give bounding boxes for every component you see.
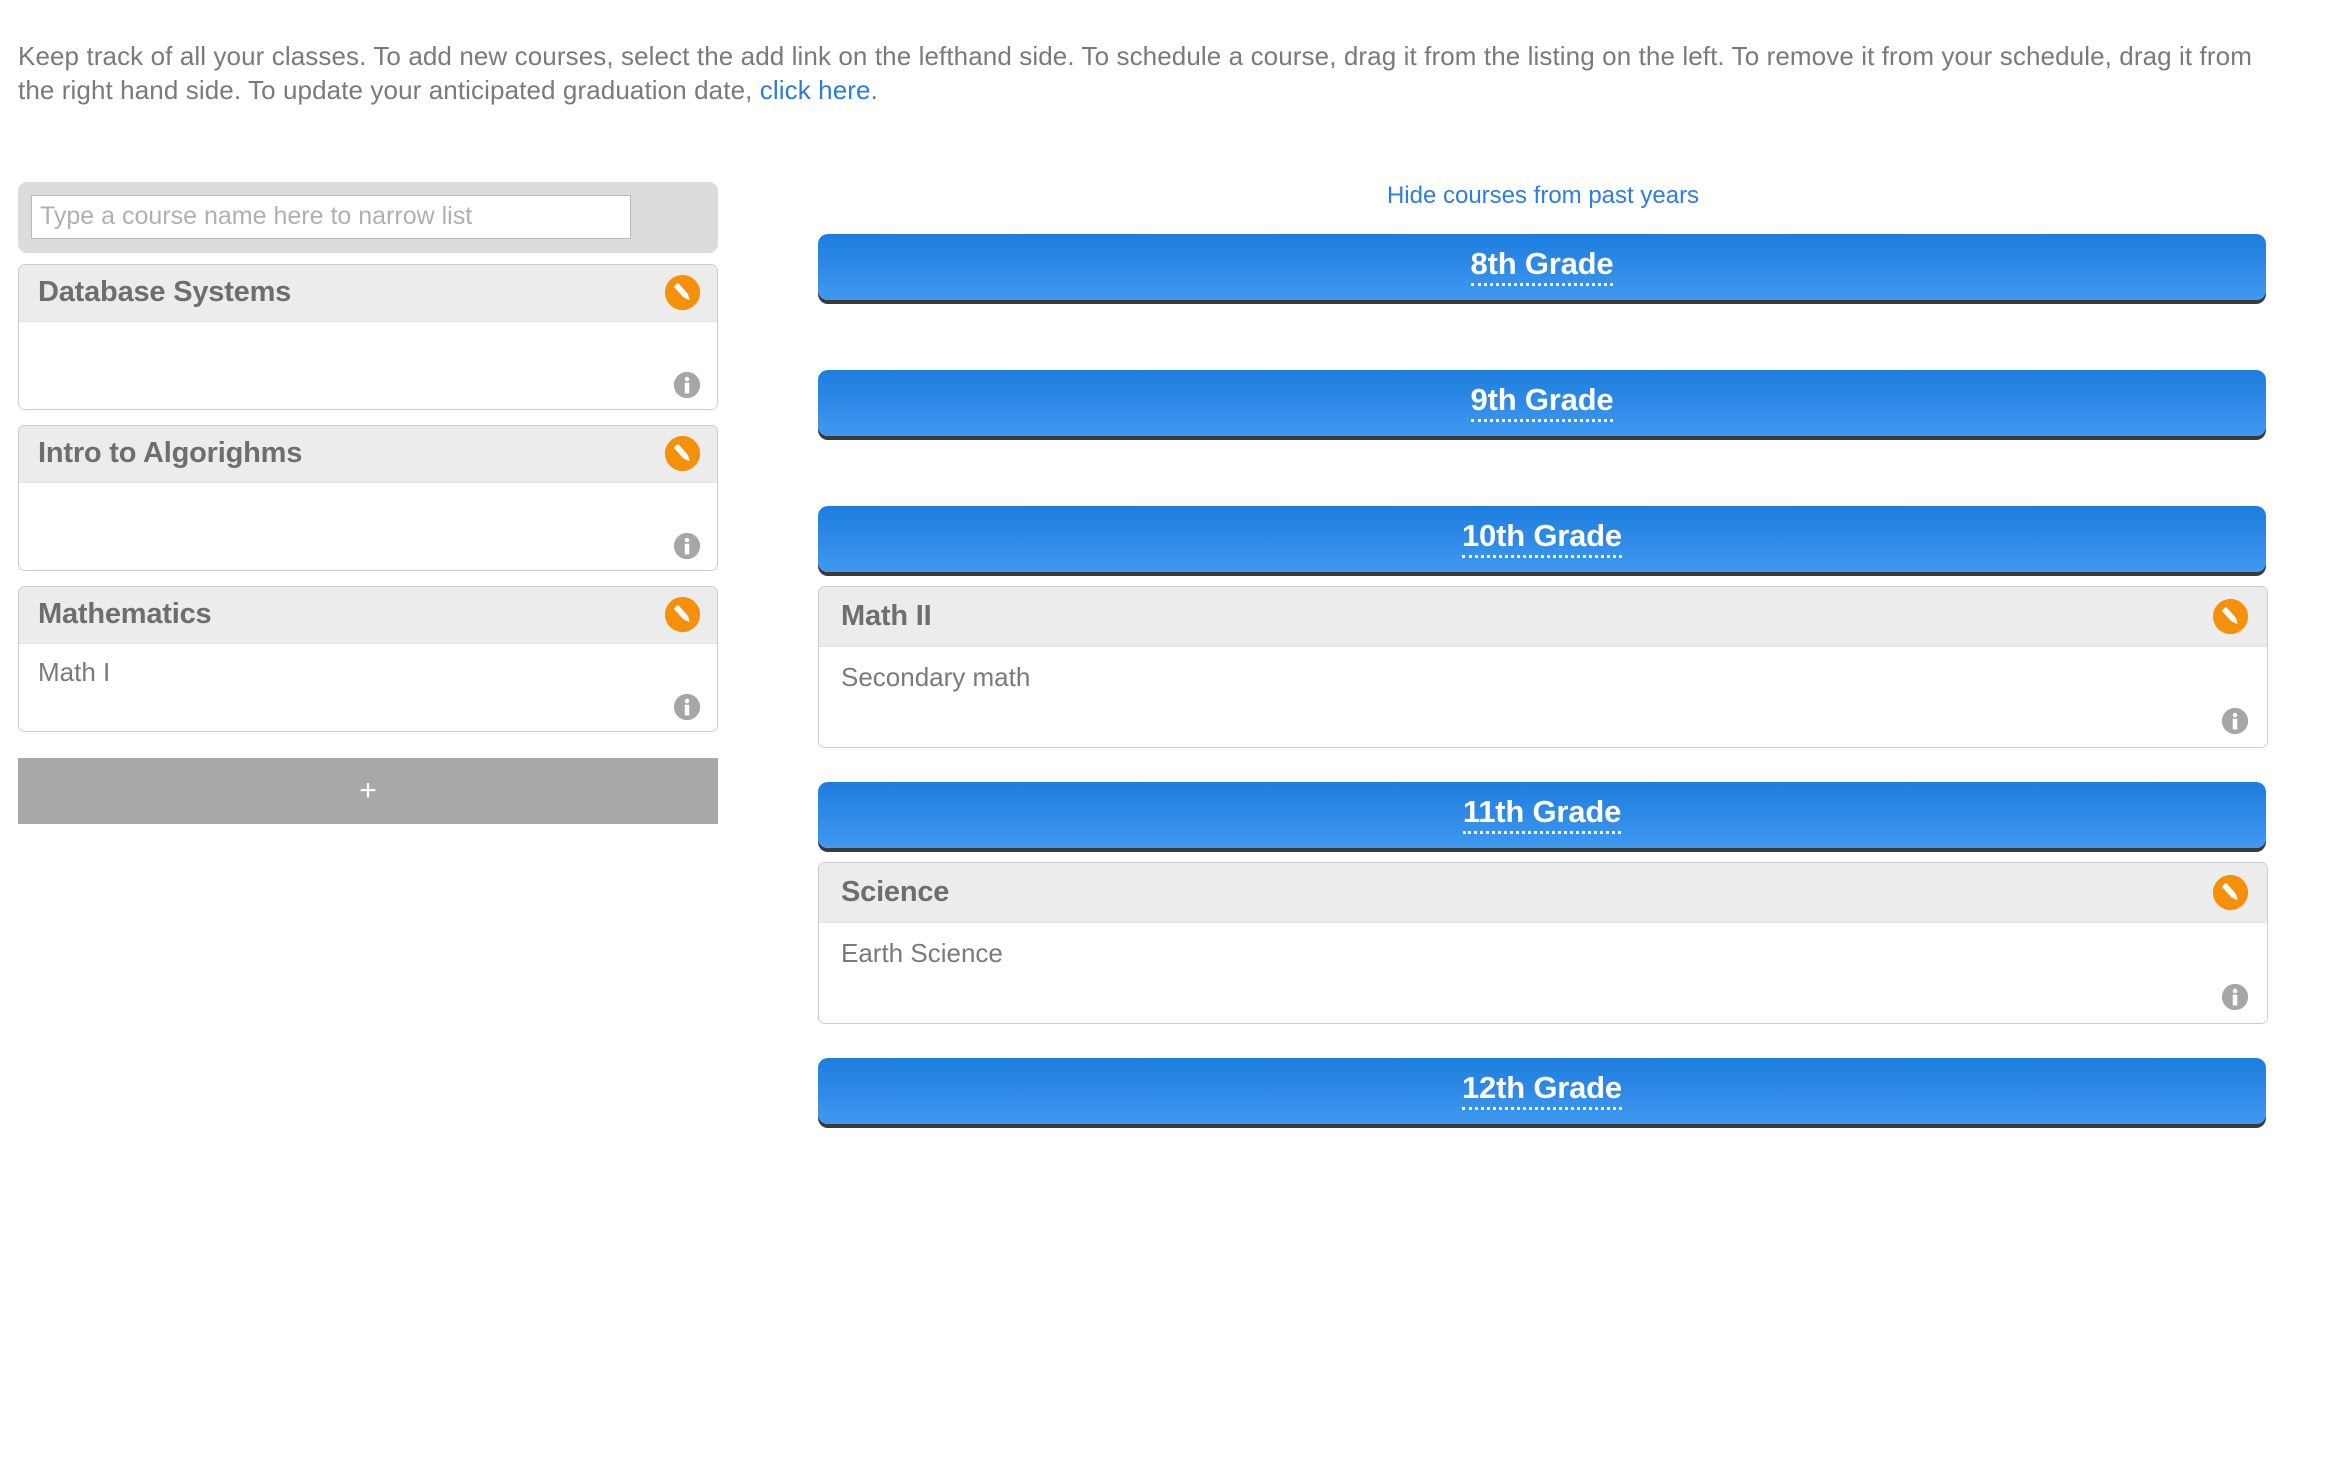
- schedule-panel: Hide courses from past years 8th Grade 9…: [818, 182, 2268, 1194]
- grade-section-11th: 11th Grade Science Earth Science: [818, 781, 2268, 1058]
- pencil-icon[interactable]: [2212, 874, 2249, 911]
- info-icon[interactable]: [673, 532, 701, 560]
- course-card-body: Math I: [19, 643, 717, 731]
- grade-dropzone[interactable]: [818, 748, 2268, 782]
- course-card[interactable]: Database Systems: [18, 263, 718, 410]
- course-card-body: Secondary math: [819, 646, 2267, 747]
- grade-header-button[interactable]: 9th Grade: [818, 369, 2266, 436]
- info-icon[interactable]: [673, 371, 701, 399]
- course-card[interactable]: Intro to Algorighms: [18, 424, 718, 571]
- grade-label: 9th Grade: [1470, 384, 1614, 422]
- course-card-description: Earth Science: [841, 937, 1003, 968]
- pencil-icon[interactable]: [664, 435, 701, 472]
- grade-label: 8th Grade: [1470, 248, 1614, 286]
- course-card-title: Intro to Algorighms: [38, 437, 303, 470]
- course-card-header: Database Systems: [19, 264, 717, 322]
- grade-section-10th: 10th Grade Math II Secondary math: [818, 505, 2268, 782]
- course-card-body: Earth Science: [819, 922, 2267, 1023]
- course-card-title: Database Systems: [38, 276, 292, 309]
- course-card-description: Secondary math: [841, 661, 1031, 692]
- course-card-body: [19, 321, 717, 409]
- course-card-header: Math II: [819, 586, 2267, 647]
- intro-paragraph: Keep track of all your classes. To add n…: [0, 26, 2300, 108]
- course-card-description: Math I: [38, 656, 111, 687]
- course-card-title: Mathematics: [38, 598, 212, 631]
- scheduled-course-card[interactable]: Math II Secondary math: [818, 585, 2268, 748]
- grade-header-button[interactable]: 8th Grade: [818, 233, 2266, 300]
- search-container: [18, 181, 718, 253]
- add-course-button[interactable]: +: [18, 757, 718, 824]
- intro-text-after: .: [870, 74, 878, 105]
- grade-header-button[interactable]: 10th Grade: [818, 505, 2266, 572]
- grade-label: 12th Grade: [1462, 1072, 1622, 1110]
- course-card-body: [19, 482, 717, 570]
- grade-dropzone[interactable]: [818, 314, 2268, 370]
- grade-header-button[interactable]: 11th Grade: [818, 781, 2266, 848]
- grade-label: 10th Grade: [1462, 520, 1622, 558]
- course-card-header: Intro to Algorighms: [19, 425, 717, 483]
- pencil-icon[interactable]: [664, 274, 701, 311]
- hide-courses-row: Hide courses from past years: [818, 182, 2268, 212]
- grade-label: 11th Grade: [1462, 796, 1621, 834]
- grade-section-8th: 8th Grade: [818, 233, 2268, 370]
- pencil-icon[interactable]: [2212, 598, 2249, 635]
- course-card[interactable]: Mathematics Math I: [18, 585, 718, 732]
- scheduled-course-card[interactable]: Science Earth Science: [818, 861, 2268, 1024]
- course-card-title: Science: [841, 875, 950, 908]
- course-search-input[interactable]: [31, 194, 631, 239]
- pencil-icon[interactable]: [664, 596, 701, 633]
- course-card-title: Math II: [841, 599, 932, 632]
- grade-header-button[interactable]: 12th Grade: [818, 1057, 2266, 1124]
- graduation-date-link[interactable]: click here: [760, 75, 871, 105]
- grade-dropzone[interactable]: [818, 450, 2268, 506]
- planner-body: Database Systems: [0, 134, 2326, 1472]
- grade-dropzone[interactable]: [818, 1138, 2268, 1194]
- grade-section-9th: 9th Grade: [818, 369, 2268, 506]
- info-icon[interactable]: [673, 693, 701, 721]
- info-icon[interactable]: [2221, 983, 2249, 1011]
- grade-dropzone[interactable]: [818, 1024, 2268, 1058]
- course-listing-panel: Database Systems: [18, 181, 718, 824]
- course-card-header: Science: [819, 862, 2267, 923]
- intro-text-before: Keep track of all your classes. To add n…: [18, 41, 2252, 105]
- hide-past-courses-link[interactable]: Hide courses from past years: [1387, 182, 1699, 209]
- grade-section-12th: 12th Grade: [818, 1057, 2268, 1194]
- course-card-header: Mathematics: [19, 586, 717, 644]
- info-icon[interactable]: [2221, 707, 2249, 735]
